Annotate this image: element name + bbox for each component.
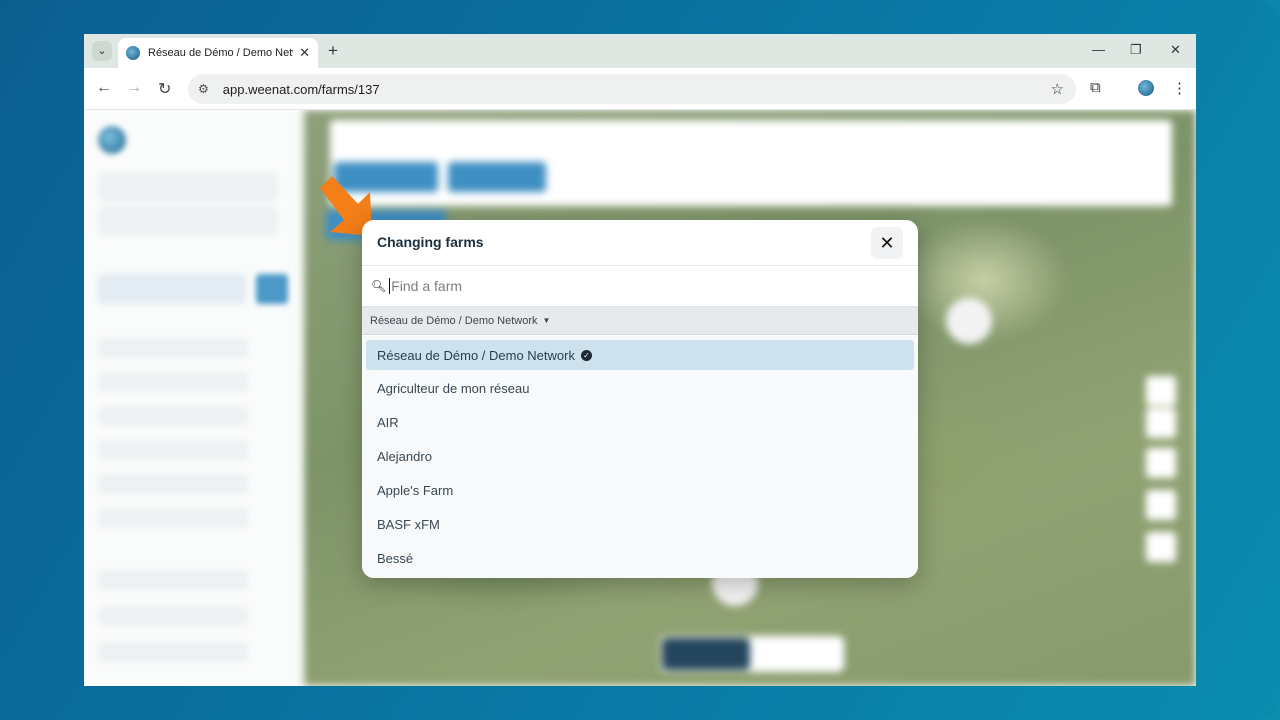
map-zoom-out bbox=[1146, 408, 1176, 438]
sidebar-block bbox=[98, 570, 248, 590]
sidebar-block bbox=[256, 274, 288, 304]
sidebar-block bbox=[98, 606, 248, 626]
site-settings-icon[interactable]: ⚙ bbox=[198, 82, 209, 96]
caret-down-icon: ▼ bbox=[542, 316, 551, 325]
bookmark-star-icon[interactable]: ☆ bbox=[1051, 80, 1064, 98]
sidebar-block bbox=[98, 642, 248, 662]
sidebar-block bbox=[98, 474, 248, 494]
farm-search-input[interactable] bbox=[389, 278, 870, 294]
verified-badge-icon: ✓ bbox=[580, 349, 592, 361]
browser-toolbar: ← → ↻ ⚙ app.weenat.com/farms/137 ☆ ⧉ ⋮ bbox=[84, 68, 1196, 110]
app-sidebar-blurred bbox=[84, 110, 304, 686]
farm-name: Réseau de Démo / Demo Network bbox=[377, 347, 575, 363]
modal-close-button[interactable]: ✕ bbox=[871, 227, 903, 259]
farm-list-item[interactable]: Agriculteur de mon réseau bbox=[366, 374, 914, 404]
tab-close-icon[interactable]: ✕ bbox=[299, 45, 310, 61]
map-control bbox=[1146, 448, 1176, 478]
sidebar-block bbox=[98, 172, 278, 202]
menu-kebab-icon[interactable]: ⋮ bbox=[1172, 79, 1187, 97]
map-control bbox=[1146, 532, 1176, 562]
app-logo bbox=[98, 126, 126, 154]
profile-avatar-icon[interactable] bbox=[1138, 80, 1154, 96]
forward-arrow-icon[interactable]: → bbox=[126, 79, 142, 97]
farm-list-item[interactable]: BASF xFM bbox=[366, 509, 914, 539]
map-button bbox=[448, 162, 546, 192]
modal-title: Changing farms bbox=[377, 234, 484, 250]
map-zoom-in bbox=[1146, 376, 1176, 406]
browser-tab[interactable]: Réseau de Démo / Demo Network ✕ bbox=[118, 38, 318, 68]
tab-search-button[interactable]: ⌄ bbox=[92, 41, 112, 61]
modal-header: Changing farms ✕ bbox=[362, 220, 918, 266]
farm-list-item[interactable]: Alejandro bbox=[366, 442, 914, 472]
tab-title: Réseau de Démo / Demo Network bbox=[148, 47, 293, 59]
extensions-icon[interactable]: ⧉ bbox=[1090, 79, 1101, 96]
farm-list: Réseau de Démo / Demo Network ✓ Agricult… bbox=[362, 336, 918, 578]
network-selector-label: Réseau de Démo / Demo Network bbox=[370, 314, 538, 327]
farm-name: Bessé bbox=[377, 550, 414, 566]
farm-list-item[interactable]: Bessé bbox=[366, 543, 914, 573]
sidebar-block bbox=[98, 338, 248, 358]
address-bar[interactable]: ⚙ app.weenat.com/farms/137 ☆ bbox=[188, 74, 1076, 104]
sidebar-block bbox=[98, 508, 248, 528]
restore-icon[interactable]: ❐ bbox=[1130, 42, 1142, 58]
farm-search-row: 🔍︎ bbox=[362, 266, 918, 307]
back-arrow-icon[interactable]: ← bbox=[96, 79, 112, 97]
farm-name: AIR bbox=[377, 415, 399, 431]
farm-list-item[interactable]: Réseau de Démo / Demo Network ✓ bbox=[366, 340, 914, 370]
farm-list-item[interactable]: AIR bbox=[366, 408, 914, 438]
farm-name: BASF xFM bbox=[377, 516, 440, 532]
sidebar-block bbox=[98, 372, 248, 392]
new-tab-button[interactable]: + bbox=[328, 41, 338, 61]
url-text: app.weenat.com/farms/137 bbox=[222, 81, 380, 97]
sidebar-block bbox=[98, 206, 278, 236]
farm-name: Agriculteur de mon réseau bbox=[377, 381, 530, 397]
view-toggle-active bbox=[662, 638, 750, 670]
sidebar-block bbox=[98, 406, 248, 426]
tab-strip: ⌄ Réseau de Démo / Demo Network ✕ + — ❐ … bbox=[84, 34, 1196, 68]
minimize-icon[interactable]: — bbox=[1092, 42, 1105, 57]
sidebar-block bbox=[98, 440, 248, 460]
farm-name: Alejandro bbox=[377, 449, 432, 465]
map-control bbox=[1146, 490, 1176, 520]
farm-list-item[interactable]: Apple's Farm bbox=[366, 476, 914, 506]
weenat-favicon-icon bbox=[126, 46, 140, 60]
sidebar-block bbox=[98, 274, 246, 304]
close-window-icon[interactable]: ✕ bbox=[1170, 42, 1181, 58]
presentation-frame: ⌄ Réseau de Démo / Demo Network ✕ + — ❐ … bbox=[0, 0, 1280, 720]
map-marker bbox=[946, 298, 992, 344]
search-icon: 🔍︎ bbox=[371, 279, 387, 293]
changing-farms-modal: Changing farms ✕ 🔍︎ Réseau de Démo / Dem… bbox=[362, 220, 918, 578]
reload-icon[interactable]: ↻ bbox=[158, 79, 171, 99]
farm-name: Apple's Farm bbox=[377, 483, 454, 499]
network-selector[interactable]: Réseau de Démo / Demo Network ▼ bbox=[362, 307, 918, 335]
